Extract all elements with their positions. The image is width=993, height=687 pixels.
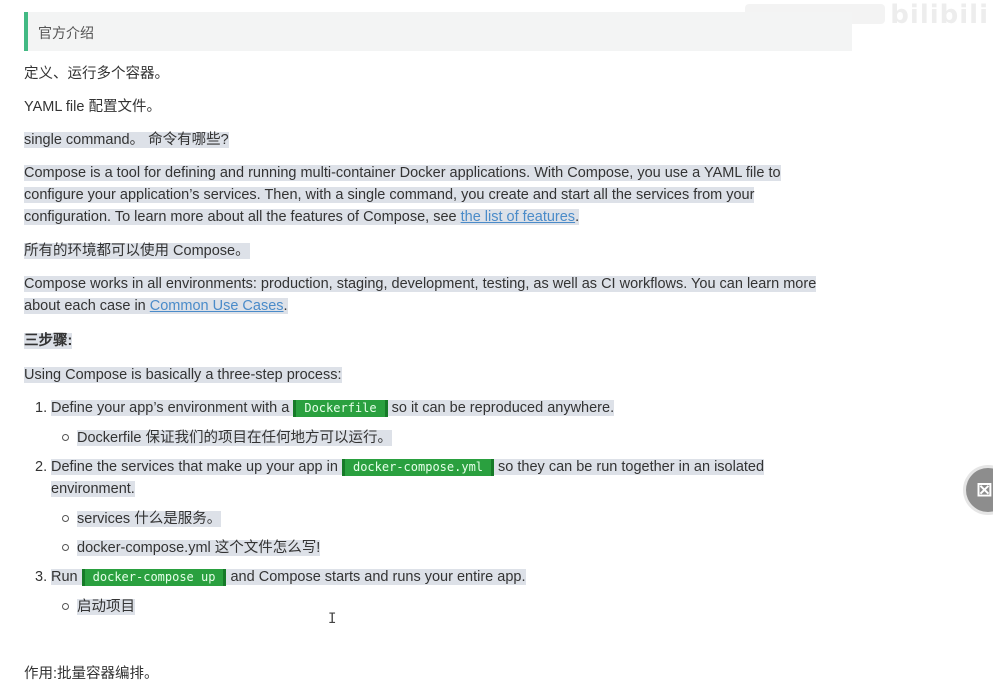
use-cases-link[interactable]: Common Use Cases [150, 298, 284, 314]
steps-heading: 三步骤: [24, 330, 73, 352]
three-step-text: Using Compose is basically a three-step … [24, 367, 342, 383]
step-1-code: Dockerfile [293, 400, 388, 417]
floating-action-button[interactable]: ⊠ [966, 468, 993, 512]
step-3-sub-1: 启动项目 [77, 596, 135, 618]
floating-close-icon: ⊠ [976, 479, 993, 501]
paragraph-footer: 作用:批量容器编排。 [24, 666, 159, 682]
step-2-sub-1-text: services 什么是服务。 [77, 511, 222, 527]
step-3-post: and Compose starts and runs your entire … [226, 569, 526, 585]
paragraph-environments: Compose works in all environments: produ… [24, 273, 824, 317]
step-1-number: 1. [35, 400, 48, 416]
paragraph-three-step: Using Compose is basically a three-step … [24, 364, 342, 386]
steps-heading-text: 三步骤: [24, 333, 73, 349]
bilibili-watermark: bilibili [890, 0, 989, 30]
step-1-post: so it can be reproduced anywhere. [387, 400, 615, 416]
bullet-icon [62, 603, 69, 610]
step-2-pre: Define the services that make up your ap… [51, 459, 342, 475]
step-3-sub-1-text: 启动项目 [77, 599, 135, 615]
step-3-pre: Run [51, 569, 82, 585]
paragraph-single-command: single command。 命令有哪些? [24, 129, 229, 151]
bullet-icon [62, 515, 69, 522]
single-command-text: single command。 命令有哪些? [24, 132, 229, 148]
bullet-icon [62, 544, 69, 551]
compose-intro-text: Compose is a tool for defining and runni… [24, 165, 781, 225]
step-3: Run docker-compose up and Compose starts… [51, 566, 526, 588]
environments-text: Compose works in all environments: produ… [24, 276, 817, 314]
paragraph-environments-cn: 所有的环境都可以使用 Compose。 [24, 240, 250, 262]
official-intro-quote: 官方介绍 [24, 12, 852, 51]
step-1-sub-1: Dockerfile 保证我们的项目在任何地方可以运行。 [77, 427, 392, 449]
step-1: Define your app’s environment with a Doc… [51, 397, 615, 419]
compose-intro-end: . [575, 209, 580, 225]
step-1-sub-1-text: Dockerfile 保证我们的项目在任何地方可以运行。 [77, 430, 392, 446]
paragraph-yaml: YAML file 配置文件。 [24, 99, 161, 115]
step-2-sub-1: services 什么是服务。 [77, 508, 222, 530]
step-3-number: 3. [35, 569, 48, 585]
step-2-number: 2. [35, 459, 48, 475]
quote-text: 官方介绍 [38, 25, 94, 41]
text-cursor-icon: I [328, 611, 337, 627]
step-1-pre: Define your app’s environment with a [51, 400, 294, 416]
step-2-sub-2: docker-compose.yml 这个文件怎么写! [77, 537, 321, 559]
features-link[interactable]: the list of features [461, 209, 575, 225]
paragraph-compose-intro: Compose is a tool for defining and runni… [24, 162, 824, 228]
paragraph-define: 定义、运行多个容器。 [24, 66, 169, 82]
step-2-code: docker-compose.yml [341, 459, 495, 476]
environments-cn-text: 所有的环境都可以使用 Compose。 [24, 243, 250, 259]
step-3-code: docker-compose up [81, 569, 227, 586]
environments-end: . [283, 298, 288, 314]
step-2-sub-2-text: docker-compose.yml 这个文件怎么写! [77, 540, 321, 556]
step-2: Define the services that make up your ap… [51, 456, 801, 500]
bullet-icon [62, 434, 69, 441]
